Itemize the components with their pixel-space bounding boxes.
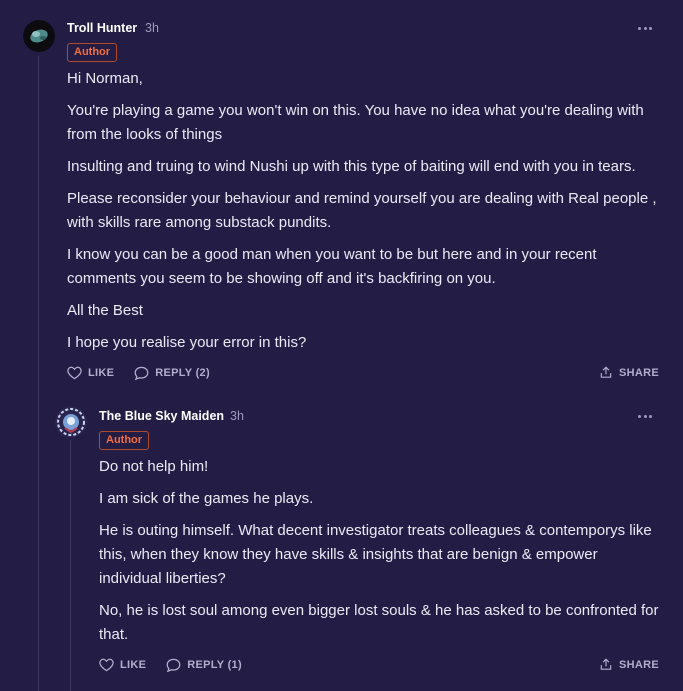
share-label: SHARE xyxy=(619,366,660,379)
share-icon xyxy=(600,366,612,378)
author-name[interactable]: Troll Hunter xyxy=(67,21,137,35)
share-button[interactable]: SHARE xyxy=(599,365,659,380)
author-badge: Author xyxy=(67,43,118,62)
comment-paragraph: He is outing himself. What decent invest… xyxy=(99,522,652,587)
author-name[interactable]: The Blue Sky Maiden xyxy=(99,409,224,423)
like-button[interactable]: LIKE xyxy=(67,366,114,380)
comment-actions: LIKE REPLY (2) xyxy=(67,365,210,381)
comment-time[interactable]: 3h xyxy=(145,21,159,35)
speech-bubble-icon xyxy=(134,366,149,380)
comment-body: Do not help him! I am sick of the games … xyxy=(99,455,659,655)
avatar[interactable] xyxy=(23,20,55,52)
comment-time[interactable]: 3h xyxy=(230,409,244,423)
heart-icon xyxy=(67,366,82,380)
more-options-icon[interactable] xyxy=(638,25,652,31)
share-button[interactable]: SHARE xyxy=(599,657,659,672)
speech-bubble-icon xyxy=(166,658,181,672)
thread-line xyxy=(38,56,39,691)
comment-paragraph: I am sick of the games he plays. xyxy=(99,490,314,507)
comment-paragraph: Hi Norman, xyxy=(67,70,143,87)
comment-body: Hi Norman, You're playing a game you won… xyxy=(67,67,667,363)
comment-paragraph: Insulting and truing to wind Nushi up wi… xyxy=(67,158,636,175)
author-badge: Author xyxy=(99,431,150,450)
comment-paragraph: All the Best xyxy=(67,302,143,319)
heart-icon xyxy=(99,658,114,672)
like-button[interactable]: LIKE xyxy=(99,658,146,672)
thread-line-reply xyxy=(70,440,71,691)
like-label: LIKE xyxy=(120,659,147,671)
comment-actions: LIKE REPLY (1) xyxy=(99,657,242,673)
avatar[interactable] xyxy=(55,406,87,438)
comment-paragraph: Please reconsider your behaviour and rem… xyxy=(67,190,657,231)
reply-label: REPLY (2) xyxy=(155,367,210,379)
more-options-icon[interactable] xyxy=(638,413,652,419)
comment-paragraph: Do not help him! xyxy=(99,458,209,475)
share-label: SHARE xyxy=(619,658,660,671)
reply-button[interactable]: REPLY (2) xyxy=(134,366,210,380)
comment-paragraph: I know you can be a good man when you wa… xyxy=(67,246,597,287)
reply-label: REPLY (1) xyxy=(187,659,242,671)
comment-paragraph: You're playing a game you won't win on t… xyxy=(67,102,644,143)
comment-paragraph: I hope you realise your error in this? xyxy=(67,334,307,351)
reply-button[interactable]: REPLY (1) xyxy=(166,658,242,672)
comment-paragraph: No, he is lost soul among even bigger lo… xyxy=(99,602,659,643)
like-label: LIKE xyxy=(88,367,115,379)
share-icon xyxy=(600,658,612,670)
